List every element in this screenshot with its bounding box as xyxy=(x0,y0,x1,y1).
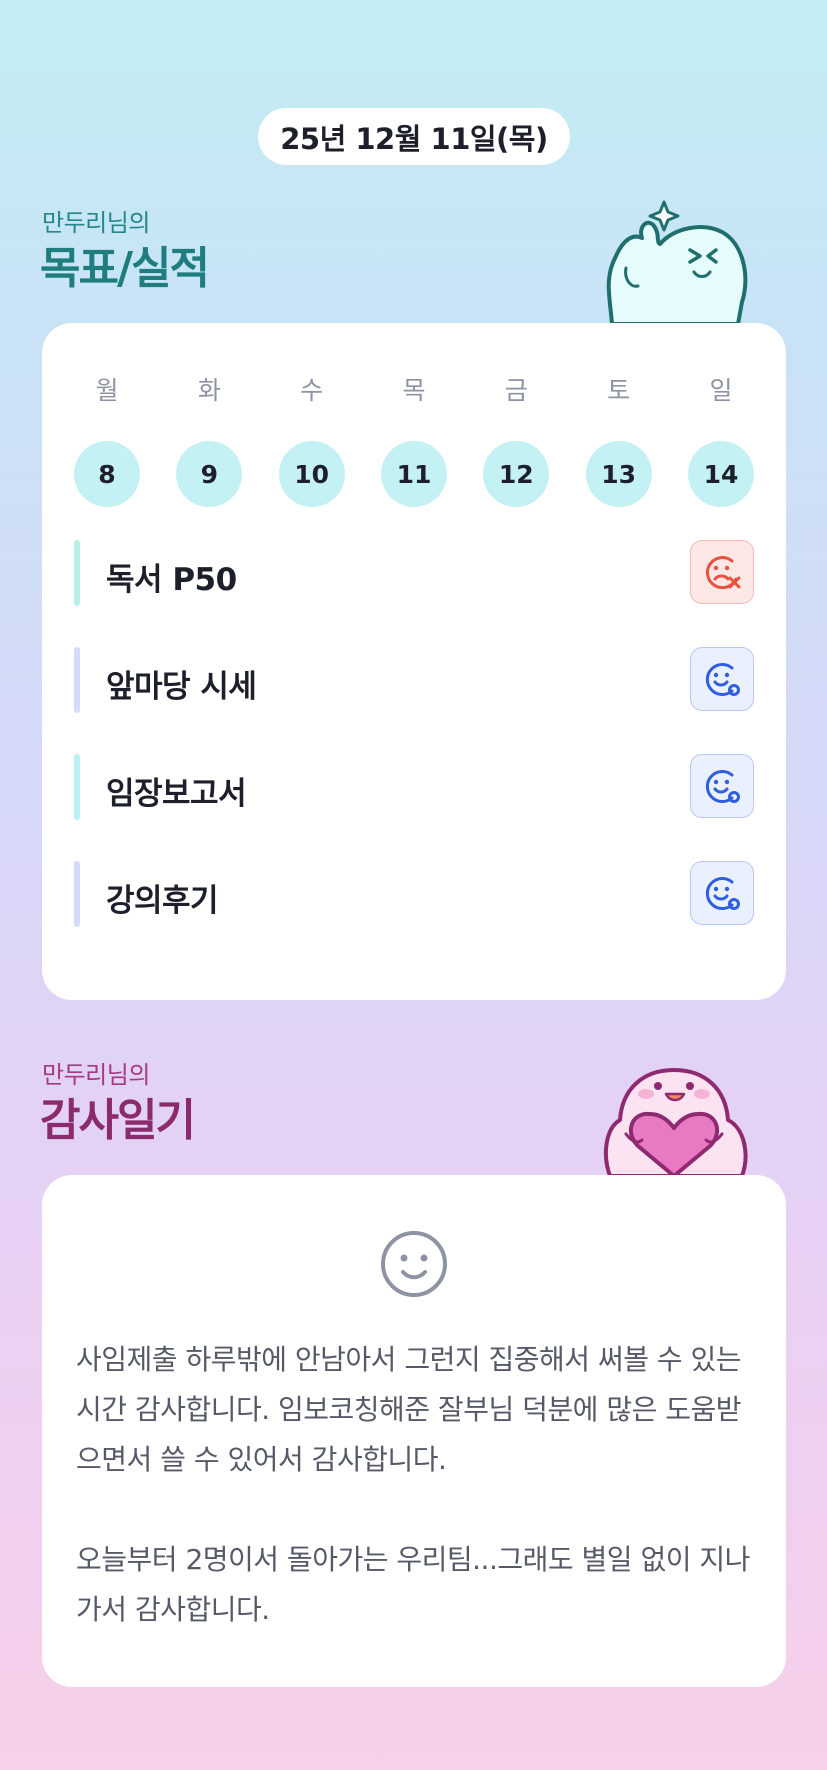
day-date-button[interactable]: 14 xyxy=(687,441,754,507)
week-day-selector: 월 8 화 9 수 10 목 11 금 12 토 13 일 14 xyxy=(74,371,754,507)
day-column: 화9 xyxy=(176,371,243,507)
day-name: 수 xyxy=(300,376,324,405)
sad-face-x-icon xyxy=(705,556,741,589)
day-date-button[interactable]: 11 xyxy=(380,441,447,507)
goal-accent-bar xyxy=(74,647,80,713)
goal-row[interactable]: 앞마당 시세 xyxy=(74,647,754,713)
diary-paragraph: 오늘부터 2명이서 돌아가는 우리팀...그래도 별일 없이 지나가서 감사합니… xyxy=(76,1543,750,1626)
goals-card: 월 8 화 9 수 10 목 11 금 12 토 13 일 14 독서 P50 앞마당 시세 임장보고서 강의후… xyxy=(42,323,786,1000)
day-column: 월8 xyxy=(74,371,140,507)
day-name: 목 xyxy=(402,376,426,405)
smile-face-icon xyxy=(381,1231,447,1297)
thanks-title: 감사일기 xyxy=(40,1095,196,1146)
goal-row[interactable]: 강의후기 xyxy=(74,861,754,927)
day-column: 금 12 xyxy=(483,371,550,507)
day-date-button[interactable]: 12 xyxy=(483,441,550,507)
mascot-thumbs-up xyxy=(606,200,748,324)
day-column: 수 10 xyxy=(278,371,345,507)
mascot-holding-heart xyxy=(603,1068,748,1176)
goal-accent-bar xyxy=(74,754,80,820)
goal-label: 임장보고서 xyxy=(106,776,247,812)
goal-accent-bar xyxy=(74,861,80,927)
day-name: 토 xyxy=(607,376,631,405)
day-name: 금 xyxy=(504,376,528,405)
goal-label: 앞마당 시세 xyxy=(106,669,257,705)
day-date-button[interactable]: 9 xyxy=(176,441,243,507)
goal-row[interactable]: 임장보고서 xyxy=(74,754,754,820)
goal-label: 강의후기 xyxy=(106,883,219,919)
day-column: 목 11 xyxy=(380,371,447,507)
day-name: 월 xyxy=(95,376,119,405)
goal-status-button[interactable] xyxy=(690,754,754,818)
day-date-button[interactable]: 8 xyxy=(74,441,140,507)
diary-text: 사임제출 하루밖에 안남아서 그런지 집중해서 써볼 수 있는 시간 감사합니다… xyxy=(76,1335,756,1635)
goal-status-button[interactable] xyxy=(690,647,754,711)
smile-face-check-icon xyxy=(705,663,740,696)
goal-row[interactable]: 독서 P50 xyxy=(74,540,754,606)
date-text: 25년 12월 11일(목) xyxy=(280,121,548,156)
date-pill[interactable]: 25년 12월 11일(목) xyxy=(258,108,570,165)
day-column: 일 14 xyxy=(687,371,754,507)
thanks-diary-card: 사임제출 하루밖에 안남아서 그런지 집중해서 써볼 수 있는 시간 감사합니다… xyxy=(42,1175,786,1687)
goal-accent-bar xyxy=(74,540,80,606)
day-name: 일 xyxy=(709,376,733,405)
day-column: 토 13 xyxy=(585,371,652,507)
day-name: 화 xyxy=(197,376,221,405)
goal-status-button[interactable] xyxy=(690,540,754,604)
goal-label: 독서 P50 xyxy=(106,562,237,598)
goals-title: 목표/실적 xyxy=(40,243,210,294)
smile-face-check-icon xyxy=(705,770,740,803)
goal-status-button[interactable] xyxy=(690,861,754,925)
smile-face-check-icon xyxy=(705,877,740,910)
diary-paragraph: 사임제출 하루밖에 안남아서 그런지 집중해서 써볼 수 있는 시간 감사합니다… xyxy=(76,1343,742,1476)
day-date-button[interactable]: 13 xyxy=(585,441,652,507)
day-date-button[interactable]: 10 xyxy=(278,441,345,507)
